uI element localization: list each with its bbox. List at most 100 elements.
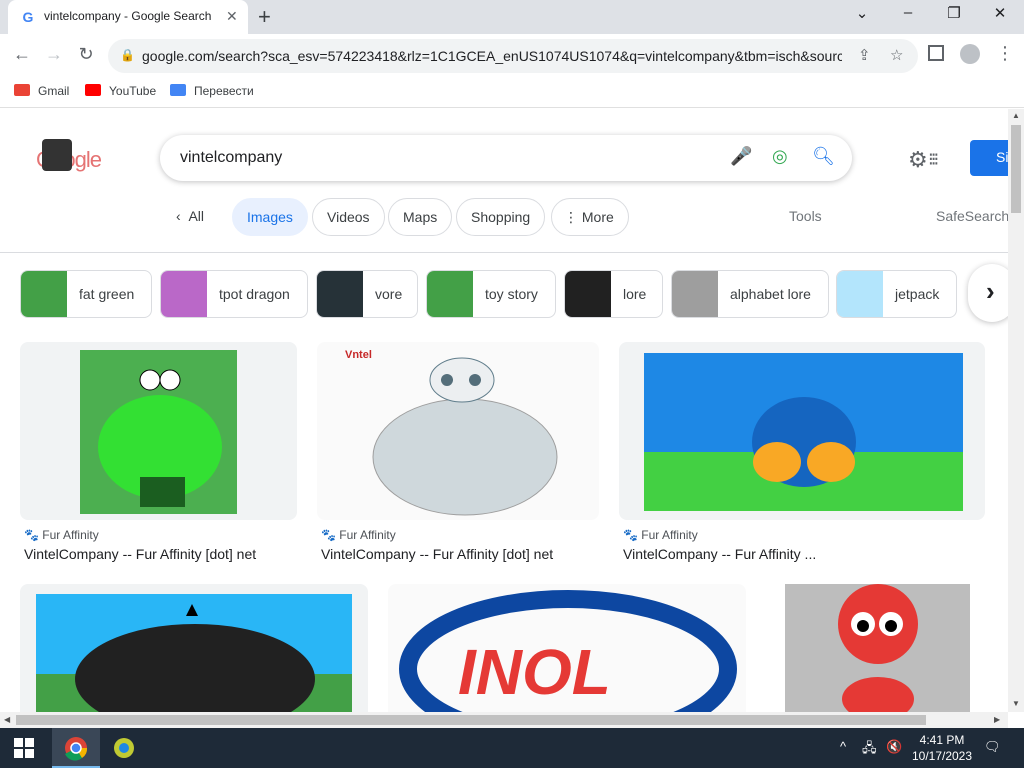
result-source[interactable]: 🐾 Fur Affinity — [321, 528, 396, 542]
windows-start-icon[interactable] — [14, 738, 34, 758]
vertical-scroll-thumb[interactable] — [1011, 125, 1021, 213]
close-window-button[interactable]: ✕ — [990, 4, 1010, 22]
result-image[interactable]: INOL — [388, 584, 746, 712]
share-icon[interactable]: ⇪ — [858, 46, 871, 64]
address-bar[interactable]: 🔒 google.com/search?sca_esv=574223418&rl… — [108, 39, 918, 73]
chip-alphabet-lore[interactable]: alphabet lore — [671, 270, 829, 318]
result-image[interactable] — [765, 584, 985, 712]
search-box[interactable]: vintelcompany 🎤 ◎ 🔍︎ — [160, 135, 852, 181]
scroll-left-icon[interactable]: ◀ — [4, 715, 10, 724]
side-panel-icon[interactable] — [928, 45, 944, 61]
clock-date: 10/17/2023 — [911, 749, 973, 763]
horizontal-scrollbar[interactable]: ◀ ▶ — [0, 712, 1008, 728]
microphone-icon[interactable]: 🎤 — [730, 146, 752, 167]
tab-all[interactable]: ‹ All — [176, 208, 204, 224]
bookmark-translate[interactable]: Перевести — [170, 84, 254, 98]
tab-close-icon[interactable]: ✕ — [226, 8, 238, 25]
tray-chevron-icon[interactable]: ^ — [840, 739, 846, 754]
tab-more[interactable]: ⋮ More — [551, 198, 629, 236]
chip-thumbnail — [672, 271, 718, 317]
horizontal-scroll-thumb[interactable] — [16, 715, 926, 725]
sign-in-button[interactable]: Si — [970, 140, 1008, 176]
app-taskbar-button[interactable] — [100, 728, 148, 768]
chip-fat-green[interactable]: fat green — [20, 270, 152, 318]
network-icon[interactable]: 🖧 — [862, 739, 877, 761]
settings-gear-icon[interactable]: ⚙ — [908, 147, 928, 173]
chip-thumbnail — [427, 271, 473, 317]
tab-search-icon[interactable]: ⌄ — [852, 4, 872, 22]
translate-icon — [170, 84, 186, 96]
scroll-right-icon[interactable]: ▶ — [994, 715, 1000, 724]
back-button[interactable]: ← — [10, 44, 34, 65]
header-divider — [0, 252, 1008, 253]
taskbar-clock[interactable]: 4:41 PM 10/17/2023 — [910, 732, 974, 764]
result-image[interactable]: Vntel — [317, 342, 599, 520]
browser-tab[interactable]: G vintelcompany - Google Search ✕ — [8, 0, 248, 34]
chip-toy-story[interactable]: toy story — [426, 270, 556, 318]
result-image[interactable] — [619, 342, 985, 520]
browser-title-bar: G vintelcompany - Google Search ✕ + ⌄ – … — [0, 0, 1024, 34]
url-text[interactable]: google.com/search?sca_esv=574223418&rlz=… — [142, 48, 842, 64]
bookmark-youtube[interactable]: YouTube — [85, 84, 156, 98]
result-image[interactable] — [20, 342, 297, 520]
google-lens-icon[interactable]: ◎ — [772, 146, 788, 167]
reload-button[interactable]: ↻ — [74, 44, 98, 65]
scroll-up-icon[interactable]: ▲ — [1012, 111, 1020, 120]
tab-shopping[interactable]: Shopping — [456, 198, 546, 236]
google-doodle-logo[interactable]: Google — [36, 139, 102, 173]
browser-toolbar: ← → ↻ 🔒 google.com/search?sca_esv=574223… — [0, 34, 1024, 78]
more-dots-icon: ⋮ — [564, 209, 578, 225]
bookmark-gmail[interactable]: Gmail — [14, 84, 69, 98]
search-icon[interactable]: 🔍︎ — [812, 146, 835, 167]
result-caption[interactable]: VintelCompany -- Fur Affinity [dot] net — [24, 546, 256, 562]
search-results-page: Google vintelcompany 🎤 ◎ 🔍︎ ⚙ ⁝⁝⁝ Si ‹ A… — [0, 109, 1008, 712]
result-caption[interactable]: VintelCompany -- Fur Affinity ... — [623, 546, 816, 562]
profile-avatar[interactable] — [960, 44, 980, 64]
minimize-button[interactable]: – — [898, 4, 918, 21]
scroll-down-icon[interactable]: ▼ — [1012, 699, 1020, 708]
logo-result-image: INOL — [399, 590, 737, 712]
chip-lore[interactable]: lore — [564, 270, 663, 318]
new-tab-button[interactable]: + — [258, 4, 271, 30]
clock-time: 4:41 PM — [919, 733, 965, 747]
bookmark-star-icon[interactable]: ☆ — [890, 46, 903, 64]
chrome-taskbar-button[interactable] — [52, 728, 100, 768]
chip-thumbnail — [161, 271, 207, 317]
tab-title: vintelcompany - Google Search — [44, 9, 212, 23]
result-source[interactable]: 🐾 Fur Affinity — [24, 528, 99, 542]
youtube-icon — [85, 84, 101, 96]
result-image[interactable] — [20, 584, 368, 712]
windows-taskbar: ^ 🖧 🔇 4:41 PM 10/17/2023 🗨 — [0, 728, 1024, 768]
chip-tpot-dragon[interactable]: tpot dragon — [160, 270, 308, 318]
volume-muted-icon[interactable]: 🔇 — [886, 739, 902, 755]
chrome-icon — [65, 737, 88, 761]
black-character-image — [36, 594, 352, 712]
forward-button[interactable]: → — [42, 44, 66, 65]
notifications-icon[interactable]: 🗨 — [984, 739, 1001, 755]
chip-jetpack[interactable]: jetpack — [836, 270, 957, 318]
result-caption[interactable]: VintelCompany -- Fur Affinity [dot] net — [321, 546, 553, 562]
result-source[interactable]: 🐾 Fur Affinity — [623, 528, 698, 542]
green-character-image — [80, 350, 237, 514]
tab-images[interactable]: Images — [232, 198, 308, 236]
tab-videos[interactable]: Videos — [312, 198, 385, 236]
restore-button[interactable]: ❐ — [944, 4, 964, 22]
chips-next-arrow-icon[interactable]: › — [968, 264, 1008, 322]
chip-thumbnail — [21, 271, 67, 317]
chip-thumbnail — [565, 271, 611, 317]
tab-maps[interactable]: Maps — [388, 198, 453, 236]
safesearch-button[interactable]: SafeSearch — [936, 208, 1008, 224]
grey-character-image: Vntel — [345, 349, 558, 516]
red-character-image — [785, 584, 970, 712]
google-apps-icon[interactable]: ⁝⁝⁝ — [928, 149, 939, 170]
google-favicon-icon: G — [22, 9, 34, 25]
chrome-menu-icon[interactable]: ⋮ — [996, 43, 1014, 64]
lock-icon[interactable]: 🔒 — [120, 48, 135, 62]
app-icon — [114, 738, 134, 758]
doodle-portrait — [42, 139, 72, 171]
blue-character-image — [644, 353, 963, 511]
vertical-scrollbar[interactable]: ▲ ▼ — [1008, 109, 1024, 712]
chip-vore[interactable]: vore — [316, 270, 418, 318]
tools-button[interactable]: Tools — [789, 208, 822, 224]
search-input[interactable]: vintelcompany — [180, 149, 282, 167]
